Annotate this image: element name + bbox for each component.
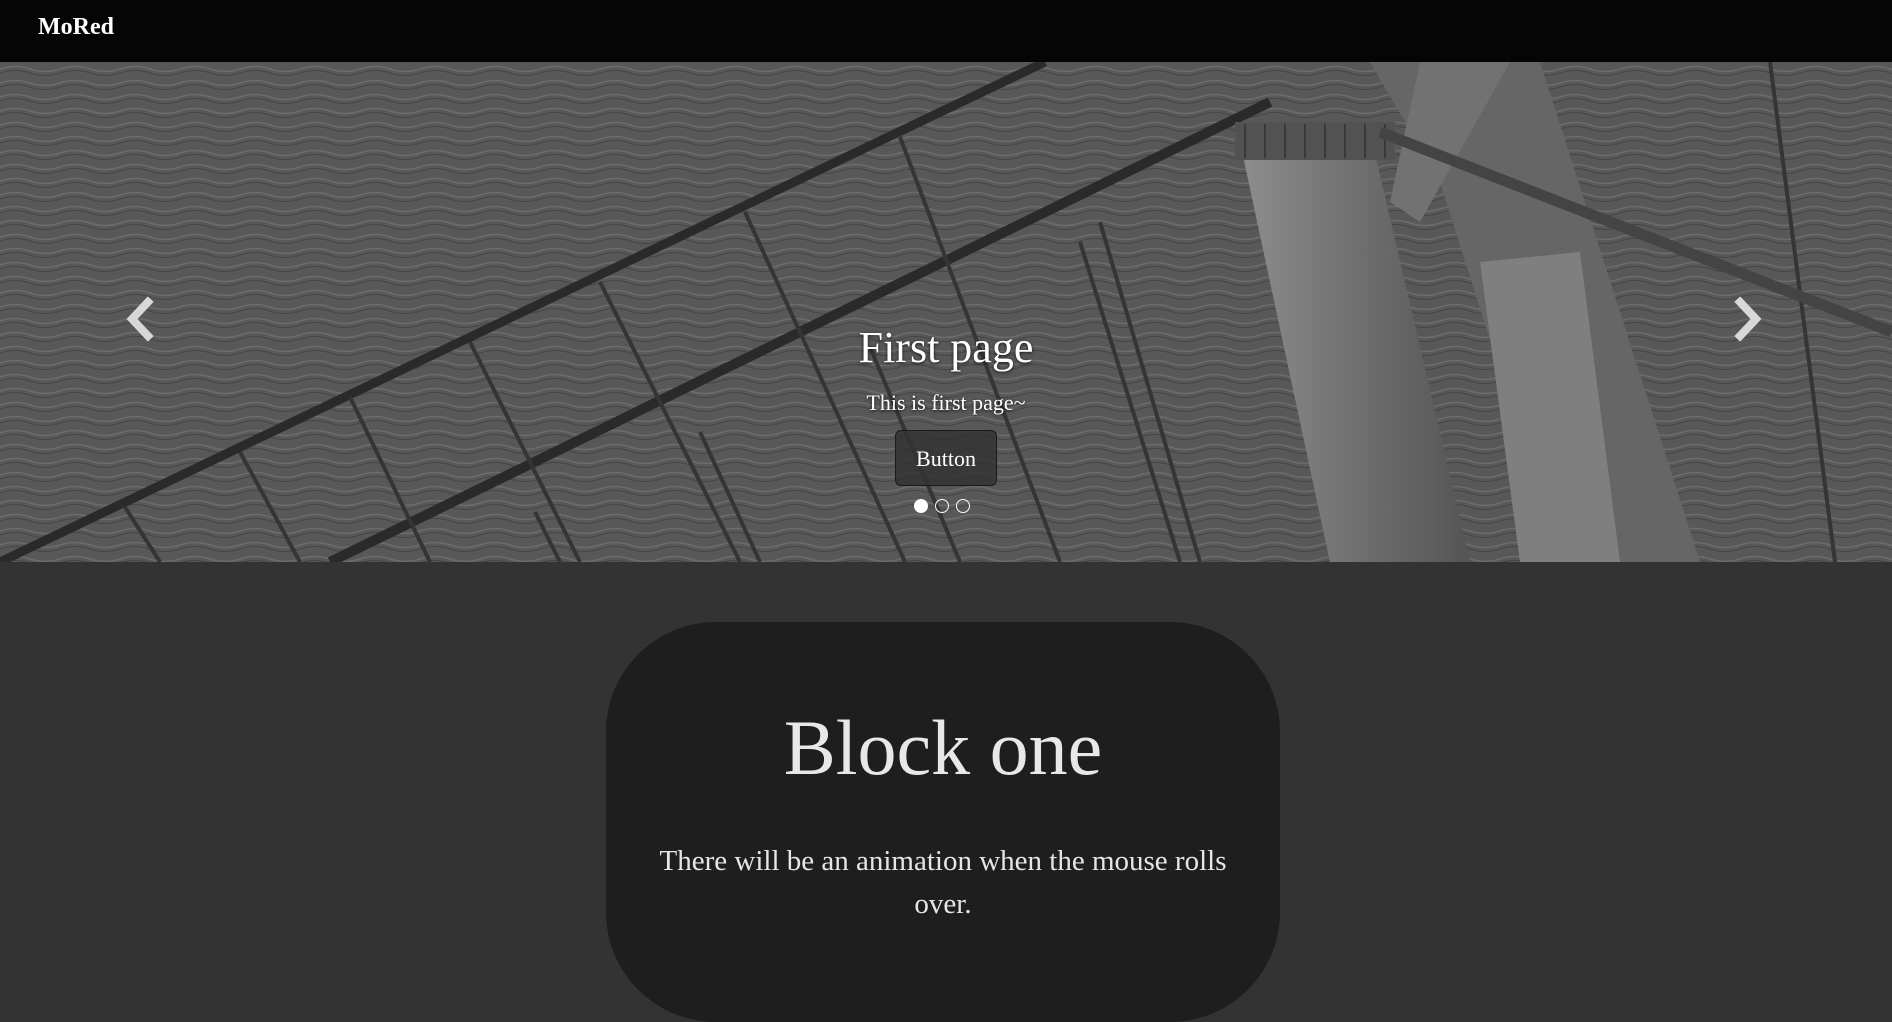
- carousel-caption: First page This is first page~ Button: [746, 320, 1146, 486]
- carousel-slide-image: [0, 62, 1892, 562]
- block-card[interactable]: Block one There will be an animation whe…: [606, 622, 1280, 1022]
- carousel-indicator-3[interactable]: [956, 499, 970, 513]
- carousel-slide-title: First page: [858, 323, 1034, 372]
- carousel-prev-button[interactable]: [120, 294, 160, 344]
- carousel-indicator-1[interactable]: [914, 499, 928, 513]
- block-text: There will be an animation when the mous…: [659, 845, 1227, 920]
- carousel-indicator-2[interactable]: [935, 499, 949, 513]
- chevron-right-icon: [1734, 296, 1762, 342]
- carousel: First page This is first page~ Button: [0, 62, 1892, 562]
- block-title: Block one: [783, 704, 1103, 791]
- navbar: MoRed: [0, 0, 1892, 62]
- carousel-next-button[interactable]: [1728, 294, 1768, 344]
- chevron-left-icon: [126, 296, 154, 342]
- carousel-slide-text: This is first page~: [866, 390, 1026, 415]
- brand-logo[interactable]: MoRed: [38, 14, 114, 41]
- carousel-slide-button[interactable]: Button: [895, 430, 997, 486]
